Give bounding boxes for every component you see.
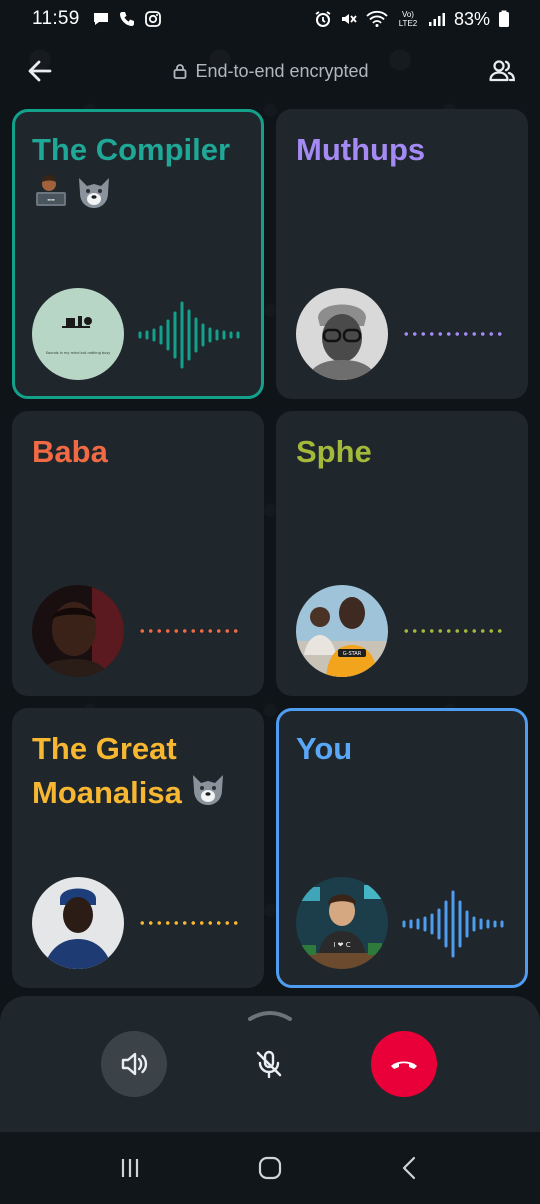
participants-button[interactable]: [486, 55, 518, 87]
nav-back-button[interactable]: [390, 1148, 430, 1188]
shirt-text: I ❤ C: [333, 941, 350, 949]
back-icon: [402, 1156, 416, 1180]
status-time: 11:59: [32, 8, 80, 29]
participant-tile-you[interactable]: You I ❤ C: [276, 708, 528, 988]
voice-activity-wave: [138, 301, 240, 369]
participant-avatar: [32, 877, 124, 969]
participant-name-line1: The Great: [32, 731, 177, 766]
participant-name: Muthups: [296, 132, 426, 167]
speaker-icon: [121, 1052, 148, 1076]
alarm-icon: [314, 10, 332, 28]
encryption-text: End-to-end encrypted: [195, 60, 369, 81]
mic-off-icon: [256, 1050, 282, 1079]
participant-name: The Compiler: [32, 132, 231, 167]
signal-icon: [428, 10, 446, 28]
back-button[interactable]: [24, 55, 56, 87]
call-top-bar: End-to-end encrypted: [0, 48, 540, 94]
technologist-emoji-icon: ▬▬: [36, 175, 66, 206]
participant-tile-the-great-moanalisa[interactable]: The Great Moanalisa: [12, 708, 264, 988]
voice-activity-wave: [402, 890, 504, 958]
participant-avatar: Sounds in my mind but nothing busy: [32, 288, 124, 380]
idle-indicator: [402, 629, 504, 633]
name-emojis: ▬▬: [32, 172, 114, 212]
wolf-emoji-icon: [79, 178, 109, 208]
phone-icon: [118, 10, 136, 28]
lock-icon: [174, 64, 187, 79]
participant-tile-the-compiler[interactable]: The Compiler ▬▬ Sounds in my mind but no…: [12, 109, 264, 399]
participant-name: Baba: [32, 434, 108, 469]
battery-icon: [498, 10, 510, 28]
avatar-caption: Sounds in my mind but nothing busy: [46, 351, 111, 355]
wifi-icon: [366, 10, 388, 28]
network-label: Vo) LTE2: [398, 10, 418, 28]
chevron-up-icon: [248, 1011, 292, 1021]
mute-icon: [340, 10, 358, 28]
participant-avatar: [296, 288, 388, 380]
home-icon: [258, 1156, 282, 1180]
arrow-left-icon: [28, 60, 52, 82]
system-nav-bar: [0, 1132, 540, 1204]
participant-name: You: [296, 731, 353, 766]
participant-avatar: [32, 585, 124, 677]
home-button[interactable]: [250, 1148, 290, 1188]
people-icon: [489, 60, 515, 82]
participant-name: The Great Moanalisa: [32, 728, 250, 813]
status-bar: 11:59 Vo) LTE2 83%: [0, 0, 540, 38]
participant-tile-baba[interactable]: Baba: [12, 411, 264, 696]
call-controls-sheet: [0, 996, 540, 1132]
participant-tile-sphe[interactable]: Sphe G-STAR: [276, 411, 528, 696]
idle-indicator: [402, 332, 504, 336]
shirt-text: G-STAR: [343, 651, 362, 657]
recents-button[interactable]: [110, 1148, 150, 1188]
participant-avatar: G-STAR: [296, 585, 388, 677]
instagram-icon: [144, 10, 162, 28]
expand-handle[interactable]: [246, 1008, 294, 1022]
mute-button[interactable]: [236, 1031, 302, 1097]
svg-text:▬▬: ▬▬: [47, 197, 55, 202]
participant-tile-muthups[interactable]: Muthups: [276, 109, 528, 399]
idle-indicator: [138, 921, 240, 925]
participant-name-line2: Moanalisa: [32, 775, 182, 810]
recents-icon: [121, 1159, 139, 1177]
end-call-icon: [391, 1061, 417, 1069]
end-call-button[interactable]: [371, 1031, 437, 1097]
encryption-notice: End-to-end encrypted: [173, 60, 369, 82]
speaker-button[interactable]: [101, 1031, 167, 1097]
participant-name: Sphe: [296, 434, 372, 469]
participant-avatar: I ❤ C: [296, 877, 388, 969]
idle-indicator: [138, 629, 240, 633]
chat-bubble-icon: [92, 10, 110, 28]
battery-percent: 83%: [453, 8, 490, 29]
wolf-emoji-icon: [192, 775, 223, 805]
